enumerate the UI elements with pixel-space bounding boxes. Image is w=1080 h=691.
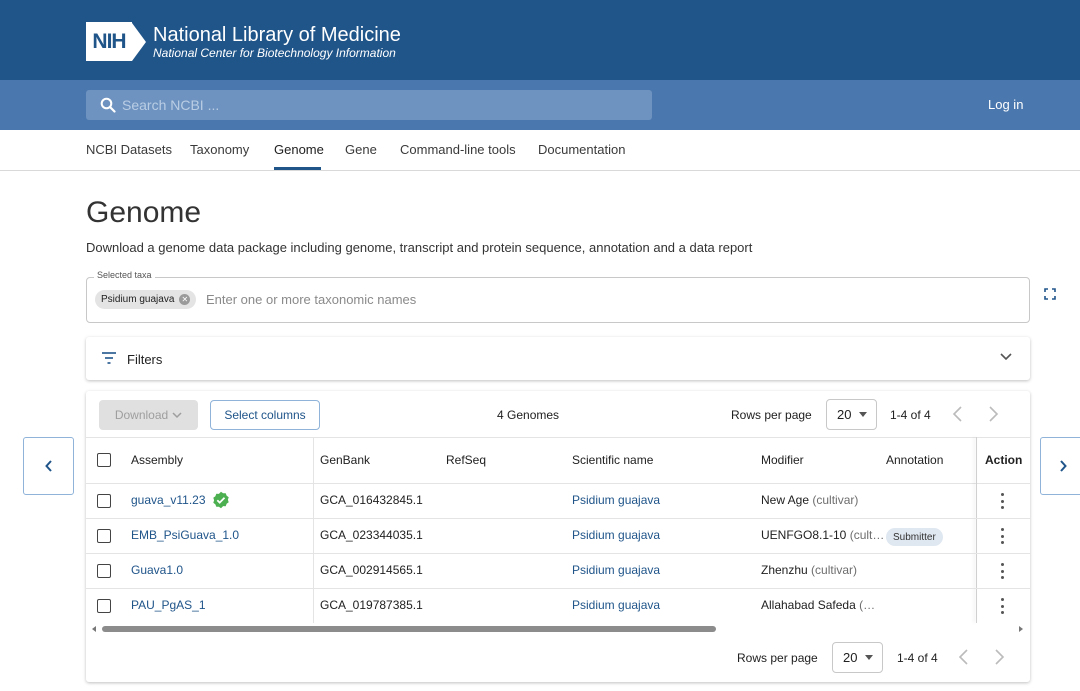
row-checkbox[interactable] — [97, 599, 111, 613]
page-title: Genome — [86, 196, 202, 229]
filters-panel[interactable]: Filters — [86, 337, 1030, 380]
secondary-nav: NCBI Datasets Taxonomy Genome Gene Comma… — [0, 130, 1080, 171]
nih-logo[interactable]: NIH — [86, 22, 146, 61]
column-header-scientific-name[interactable]: Scientific name — [572, 453, 653, 467]
download-label: Download — [114, 408, 169, 422]
filters-label: Filters — [127, 352, 163, 367]
scientific-name-link[interactable]: Psidium guajava — [572, 493, 660, 507]
modifier-cell: New Age (cultivar) — [761, 493, 858, 507]
modifier-cell: Zhenzhu (cultivar) — [761, 563, 857, 577]
row-checkbox[interactable] — [97, 494, 111, 508]
dropdown-arrow-icon — [865, 655, 874, 660]
column-header-action: Action — [985, 453, 1023, 467]
more-vert-icon[interactable] — [1000, 493, 1004, 509]
page-description: Download a genome data package including… — [86, 240, 753, 255]
row-checkbox[interactable] — [97, 529, 111, 543]
column-header-refseq[interactable]: RefSeq — [446, 453, 486, 467]
assembly-link[interactable]: guava_v11.23 — [131, 493, 206, 507]
nav-item-documentation[interactable]: Documentation — [538, 142, 625, 157]
modifier-note: (cultivar) — [812, 493, 859, 507]
next-button[interactable] — [1040, 437, 1080, 495]
rows-per-page-label: Rows per page — [731, 408, 812, 422]
assembly-link[interactable]: PAU_PgAS_1 — [131, 598, 206, 612]
pagination-range: 1-4 of 4 — [890, 408, 931, 422]
login-link[interactable]: Log in — [988, 97, 1023, 112]
column-header-genbank[interactable]: GenBank — [320, 453, 370, 467]
row-checkbox[interactable] — [97, 564, 111, 578]
nav-item-genome[interactable]: Genome — [274, 142, 324, 157]
site-title[interactable]: National Library of Medicine — [153, 24, 401, 47]
scroll-left-arrow-icon[interactable] — [92, 626, 96, 632]
nav-item-gene[interactable]: Gene — [345, 142, 377, 157]
search-icon — [100, 97, 116, 113]
pagination-range: 1-4 of 4 — [897, 651, 938, 665]
column-header-annotation[interactable]: Annotation — [886, 453, 943, 467]
rows-per-page-value: 20 — [837, 407, 852, 422]
table-row — [86, 589, 1030, 624]
table-row — [86, 554, 1030, 589]
dropdown-arrow-icon — [859, 412, 868, 417]
scroll-right-arrow-icon[interactable] — [1019, 626, 1023, 632]
scientific-name-link[interactable]: Psidium guajava — [572, 528, 660, 542]
genbank-accession: GCA_016432845.1 — [320, 493, 423, 507]
genomes-count: 4 Genomes — [497, 408, 560, 422]
nav-item-command-line-tools[interactable]: Command-line tools — [400, 142, 516, 157]
modifier-value: New Age — [761, 493, 810, 507]
rows-per-page-label: Rows per page — [737, 651, 818, 665]
more-vert-icon[interactable] — [1000, 598, 1004, 614]
chevron-down-icon[interactable] — [1000, 352, 1012, 362]
column-header-assembly[interactable]: Assembly — [131, 453, 183, 467]
annotation-badge: Submitter — [886, 528, 943, 546]
more-vert-icon[interactable] — [1000, 563, 1004, 579]
modifier-cell: UENFGO8.1-10 (cult… — [761, 528, 884, 542]
download-button[interactable]: Download — [99, 400, 198, 430]
assembly-link[interactable]: Guava1.0 — [131, 563, 183, 577]
chevron-left-icon[interactable] — [951, 405, 963, 423]
assembly-link[interactable]: EMB_PsiGuava_1.0 — [131, 528, 239, 542]
more-vert-icon[interactable] — [1000, 528, 1004, 544]
taxa-legend: Selected taxa — [94, 270, 155, 280]
cancel-chip-icon[interactable]: ✕ — [179, 294, 191, 305]
genbank-accession: GCA_019787385.1 — [320, 598, 423, 612]
modifier-value: Zhenzhu — [761, 563, 808, 577]
search-placeholder: Search NCBI ... — [122, 97, 220, 113]
taxon-chip-label: Psidium guajava — [101, 294, 175, 305]
search-input[interactable]: Search NCBI ... — [86, 90, 652, 120]
modifier-value: UENFGO8.1-10 — [761, 528, 847, 542]
modifier-note: (… — [859, 598, 876, 612]
nav-item-taxonomy[interactable]: Taxonomy — [190, 142, 249, 157]
chevron-right-icon — [1059, 460, 1067, 472]
select-columns-button[interactable]: Select columns — [210, 400, 320, 430]
scientific-name-link[interactable]: Psidium guajava — [572, 598, 660, 612]
active-tab-indicator — [274, 167, 321, 170]
chevron-right-icon[interactable] — [994, 648, 1006, 666]
genbank-accession: GCA_002914565.1 — [320, 563, 423, 577]
verified-check-icon — [213, 491, 229, 509]
nav-item-ncbi-datasets[interactable]: NCBI Datasets — [86, 142, 172, 157]
select-all-checkbox[interactable] — [97, 453, 111, 467]
expand-icon[interactable] — [1044, 288, 1056, 300]
rows-per-page-select[interactable]: 20 — [832, 642, 883, 673]
modifier-value: Allahabad Safeda — [761, 598, 856, 612]
chevron-left-icon[interactable] — [957, 648, 969, 666]
chevron-right-icon[interactable] — [988, 405, 1000, 423]
modifier-note: (cultivar) — [811, 563, 858, 577]
modifier-note: (cult… — [849, 528, 885, 542]
site-subtitle: National Center for Biotechnology Inform… — [153, 46, 396, 60]
rows-per-page-value: 20 — [843, 650, 858, 665]
nih-logo-mark: NIH — [86, 22, 132, 61]
nih-logo-arrow — [132, 22, 146, 61]
chevron-down-icon — [172, 412, 182, 419]
taxa-placeholder: Enter one or more taxonomic names — [206, 292, 417, 307]
genbank-accession: GCA_023344035.1 — [320, 528, 423, 542]
scrollbar-thumb[interactable] — [102, 626, 716, 632]
modifier-cell: Allahabad Safeda (… — [761, 598, 875, 612]
column-header-modifier[interactable]: Modifier — [761, 453, 804, 467]
chevron-left-icon — [44, 460, 52, 472]
filter-icon — [102, 352, 116, 364]
rows-per-page-select[interactable]: 20 — [826, 399, 877, 430]
scientific-name-link[interactable]: Psidium guajava — [572, 563, 660, 577]
taxon-chip[interactable]: Psidium guajava ✕ — [95, 290, 197, 309]
previous-button[interactable] — [23, 437, 74, 495]
